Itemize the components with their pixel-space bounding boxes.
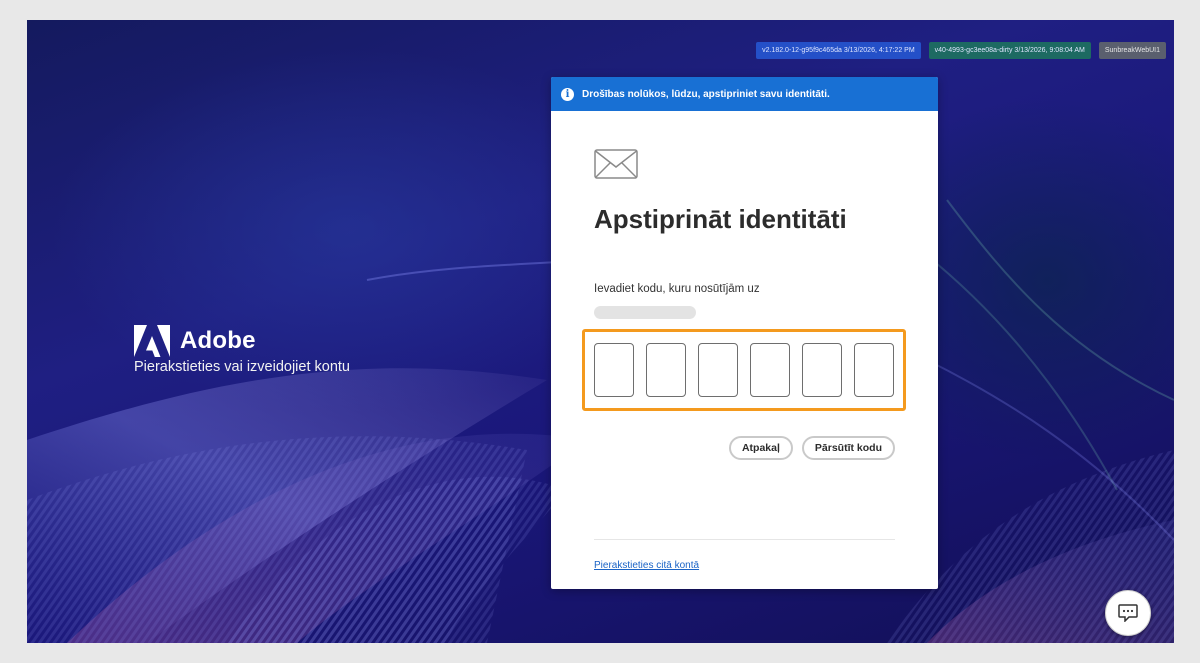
sign-in-other-account-link[interactable]: Pierakstieties citā kontā: [594, 560, 699, 571]
back-button[interactable]: Atpakaļ: [728, 436, 793, 460]
code-digit-3[interactable]: [698, 343, 738, 397]
chat-icon: [1118, 604, 1138, 622]
info-banner-text: Drošības nolūkos, lūdzu, apstipriniet sa…: [582, 88, 830, 100]
verify-identity-dialog: i Drošības nolūkos, lūdzu, apstipriniet …: [551, 77, 938, 589]
info-icon: i: [561, 87, 574, 101]
build-badge-name: SunbreakWebUI1: [1098, 42, 1166, 59]
masked-email-placeholder: [594, 306, 696, 319]
build-badges: v2.182.0-12-g95f9c465da 3/13/2026, 4:17:…: [756, 42, 1166, 59]
build-badge-webui: v2.182.0-12-g95f9c465da 3/13/2026, 4:17:…: [756, 42, 921, 59]
brand-name: Adobe: [180, 327, 256, 354]
build-badge-backend: v40-4993-gc3ee08a-dirty 3/13/2026, 9:08:…: [928, 42, 1091, 59]
divider: [594, 539, 895, 540]
info-banner: i Drošības nolūkos, lūdzu, apstipriniet …: [551, 77, 938, 111]
chat-button[interactable]: [1105, 590, 1151, 636]
code-instructions: Ievadiet kodu, kuru nosūtījām uz: [594, 283, 760, 295]
brand-tagline: Pierakstieties vai izveidojiet kontu: [134, 359, 350, 375]
code-digit-1[interactable]: [594, 343, 634, 397]
code-digit-5[interactable]: [802, 343, 842, 397]
resend-code-button[interactable]: Pārsūtīt kodu: [801, 436, 895, 460]
adobe-logo-icon: [134, 325, 170, 357]
page-title: Apstiprināt identitāti: [594, 204, 847, 234]
envelope-icon: [594, 149, 638, 179]
brand-block: Adobe Pierakstieties vai izveidojiet kon…: [134, 325, 350, 375]
background-stage: v2.182.0-12-g95f9c465da 3/13/2026, 4:17:…: [27, 20, 1174, 643]
verification-code-group: [582, 329, 906, 411]
code-digit-2[interactable]: [646, 343, 686, 397]
code-digit-6[interactable]: [854, 343, 894, 397]
code-digit-4[interactable]: [750, 343, 790, 397]
dialog-actions: Atpakaļ Pārsūtīt kodu: [728, 436, 895, 460]
